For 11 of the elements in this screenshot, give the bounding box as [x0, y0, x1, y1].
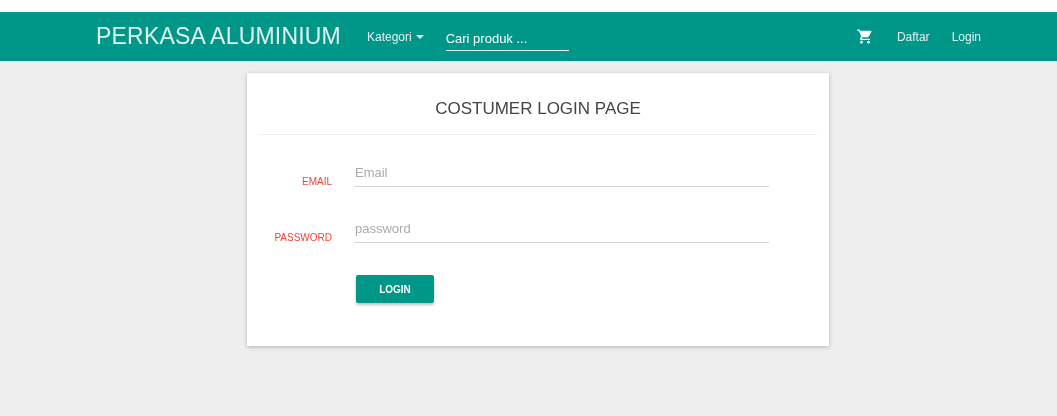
cart-icon[interactable] [855, 28, 874, 45]
category-dropdown[interactable]: Kategori [366, 29, 424, 44]
nav-link[interactable]: Daftar [896, 29, 930, 44]
search-field[interactable]: Cari produk ... [445, 26, 569, 51]
login-button[interactable]: LOGIN [356, 275, 434, 303]
nav-link[interactable]: Login [951, 29, 981, 44]
field-label: PASSWORD [273, 231, 332, 243]
brand-title[interactable]: PERKASA ALUMINIUM [96, 23, 341, 50]
caret-icon [415, 34, 424, 39]
field-label: EMAIL [301, 175, 332, 187]
page-title: COSTUMER LOGIN PAGE [434, 99, 642, 119]
